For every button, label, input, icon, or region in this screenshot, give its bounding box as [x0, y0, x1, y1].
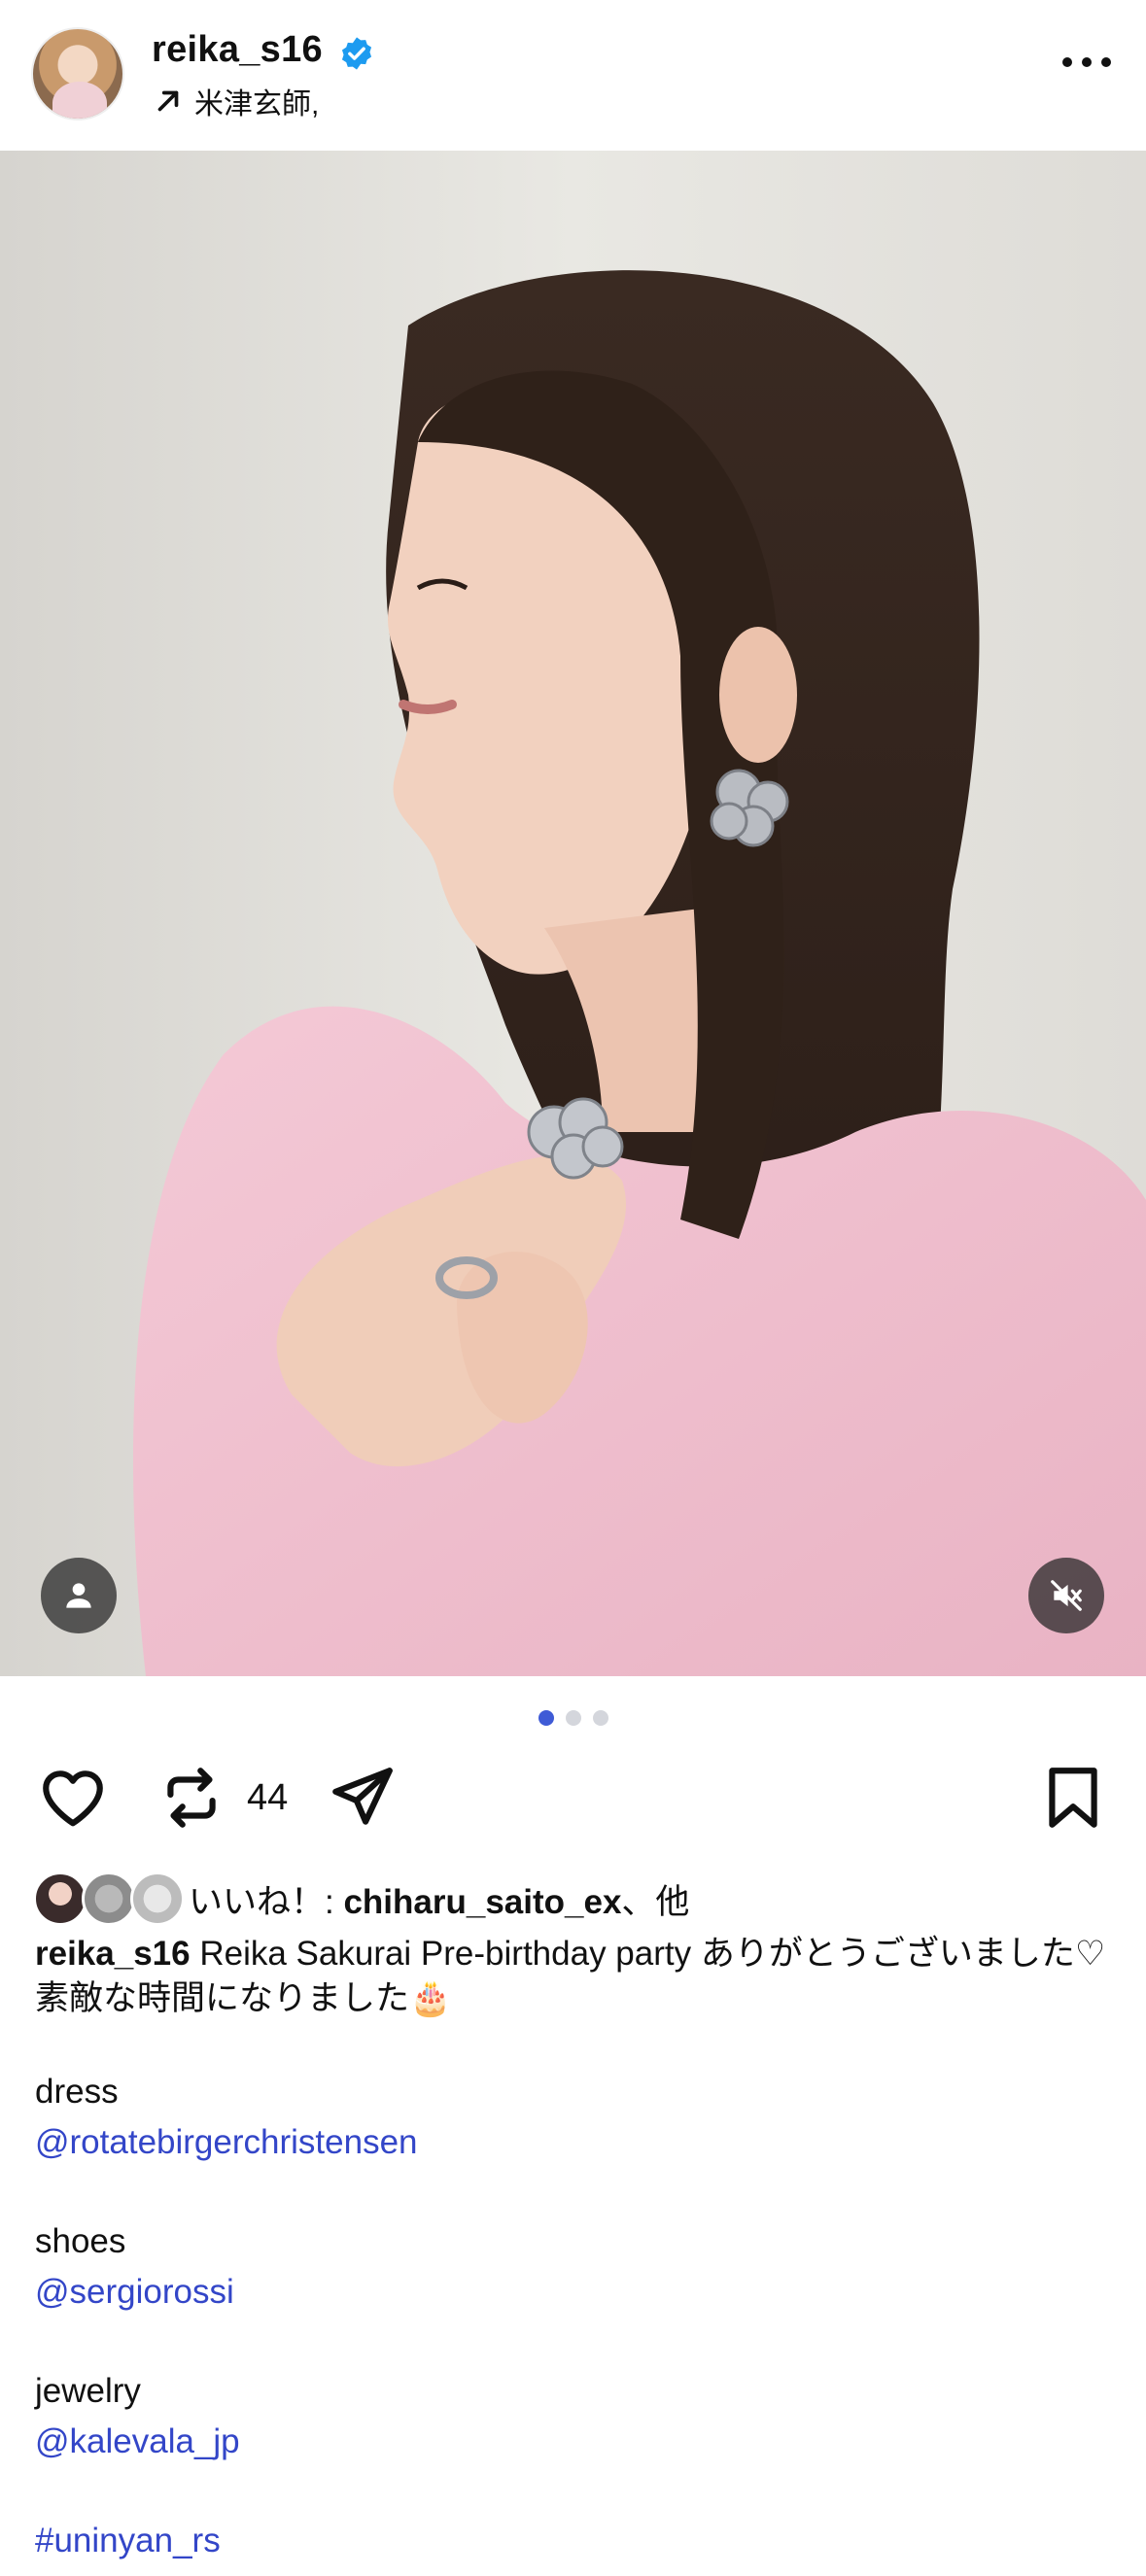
- post-photo[interactable]: [0, 151, 1146, 1676]
- more-icon[interactable]: [1062, 52, 1111, 72]
- shoes-link[interactable]: @sergiorossi: [35, 2270, 234, 2315]
- arrow-up-right-icon: [157, 90, 179, 112]
- person-tag-button[interactable]: [41, 1558, 117, 1633]
- liker-avatars: [33, 1870, 189, 1928]
- verified-icon: [341, 37, 372, 70]
- avatar[interactable]: [31, 27, 124, 120]
- repost-button[interactable]: 44: [156, 1757, 288, 1838]
- hashtag-link[interactable]: #uninyan_rs: [35, 2519, 221, 2563]
- share-icon: [332, 1768, 393, 1825]
- like-button[interactable]: [37, 1757, 109, 1838]
- shoes-label: shoes: [35, 2222, 126, 2260]
- dress-label: dress: [35, 2073, 119, 2111]
- caption-text: Reika Sakurai Pre-birthday party ありがとうござ…: [35, 1935, 1106, 2017]
- liker-avatar: [130, 1872, 185, 1926]
- dress-link[interactable]: @rotatebirgerchristensen: [35, 2120, 418, 2165]
- bookmark-icon: [1049, 1768, 1097, 1828]
- caption-username[interactable]: reika_s16: [35, 1935, 191, 1973]
- liker-avatar: [33, 1872, 87, 1926]
- location-line[interactable]: 米津玄師,: [152, 80, 319, 122]
- liker-username[interactable]: chiharu_saito_ex: [343, 1883, 621, 1921]
- photo-illustration: [0, 151, 1146, 1676]
- jewelry-label: jewelry: [35, 2372, 141, 2410]
- carousel-dot-3[interactable]: [592, 1710, 608, 1726]
- location-text: 米津玄師,: [194, 88, 320, 120]
- mute-icon: [1051, 1580, 1082, 1611]
- caption: reika_s16 Reika Sakurai Pre-birthday par…: [35, 1932, 1114, 2021]
- likes-text: いいね！: chiharu_saito_ex、他: [189, 1882, 690, 1921]
- person-tag-icon: [66, 1583, 91, 1608]
- action-bar: 44: [0, 1757, 1146, 1844]
- heart-icon: [43, 1770, 103, 1827]
- repost-icon: [167, 1768, 216, 1828]
- liker-avatar: [82, 1872, 136, 1926]
- repost-count: 44: [247, 1776, 289, 1818]
- carousel-dot-1[interactable]: [538, 1710, 554, 1726]
- likes-summary[interactable]: いいね！: chiharu_saito_ex、他: [33, 1870, 689, 1928]
- share-button[interactable]: [327, 1757, 399, 1838]
- username[interactable]: reika_s16: [152, 29, 323, 71]
- mute-button[interactable]: [1028, 1558, 1104, 1633]
- bookmark-button[interactable]: [1037, 1757, 1109, 1838]
- carousel-dot-2[interactable]: [565, 1710, 581, 1726]
- jewelry-link[interactable]: @kalevala_jp: [35, 2420, 240, 2464]
- carousel-indicator: [0, 1710, 1146, 1726]
- post-header: reika_s16 米津玄師,: [0, 0, 1146, 151]
